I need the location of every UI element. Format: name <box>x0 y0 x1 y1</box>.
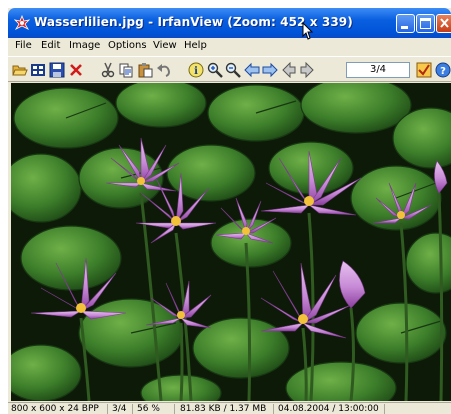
irfanview-app-icon[interactable] <box>14 15 30 31</box>
zoom-out-icon[interactable] <box>225 62 241 78</box>
info-icon[interactable]: i <box>188 62 204 78</box>
zoom-in-icon[interactable] <box>207 62 223 78</box>
image-viewport[interactable] <box>11 83 451 401</box>
status-file-size: 81.83 KB / 1.37 MB <box>180 404 267 414</box>
water-lilies-photo <box>11 83 451 401</box>
close-icon <box>440 18 449 28</box>
maximize-button[interactable] <box>416 14 435 33</box>
status-separator <box>132 404 133 414</box>
svg-text:?: ? <box>440 66 446 77</box>
status-separator <box>384 404 385 414</box>
menu-edit[interactable]: Edit <box>41 40 60 51</box>
open-folder-icon[interactable] <box>12 62 28 78</box>
maximize-icon <box>420 18 431 29</box>
copy-icon[interactable] <box>118 62 134 78</box>
save-icon[interactable] <box>49 62 65 78</box>
page-indicator[interactable]: 3/4 <box>346 62 410 78</box>
checkbox-icon[interactable] <box>416 62 432 78</box>
minimize-button[interactable] <box>396 14 415 33</box>
status-separator <box>174 404 175 414</box>
last-icon[interactable] <box>299 62 315 78</box>
next-icon[interactable] <box>262 62 278 78</box>
status-index: 3/4 <box>112 404 127 414</box>
thumbnails-icon[interactable] <box>30 62 46 78</box>
irfanview-window: Wasserlilien.jpg - IrfanView (Zoom: 452 … <box>8 8 451 414</box>
title-bar[interactable]: Wasserlilien.jpg - IrfanView (Zoom: 452 … <box>8 8 451 40</box>
minimize-icon <box>401 26 408 29</box>
delete-icon[interactable] <box>68 62 84 78</box>
status-dimensions: 800 x 600 x 24 BPP <box>11 404 99 414</box>
menu-help[interactable]: Help <box>184 40 207 51</box>
previous-icon[interactable] <box>244 62 260 78</box>
menu-view[interactable]: View <box>153 40 177 51</box>
status-separator <box>273 404 274 414</box>
undo-icon[interactable] <box>156 62 172 78</box>
svg-text:i: i <box>194 66 198 77</box>
menu-options[interactable]: Options <box>108 40 147 51</box>
status-bar: 800 x 600 x 24 BPP 3/4 56 % 81.83 KB / 1… <box>8 402 451 414</box>
paste-icon[interactable] <box>137 62 153 78</box>
menu-bar: File Edit Image Options View Help <box>8 38 451 56</box>
cut-icon[interactable] <box>100 62 116 78</box>
menu-image[interactable]: Image <box>69 40 100 51</box>
toolbar: i 3/4 ? <box>8 56 451 82</box>
status-date: 04.08.2004 / 13:00:00 <box>278 404 379 414</box>
first-icon[interactable] <box>281 62 297 78</box>
close-button[interactable] <box>436 14 451 33</box>
status-zoom: 56 % <box>137 404 160 414</box>
help-icon[interactable]: ? <box>435 62 451 78</box>
status-separator <box>107 404 108 414</box>
menu-file[interactable]: File <box>15 40 32 51</box>
